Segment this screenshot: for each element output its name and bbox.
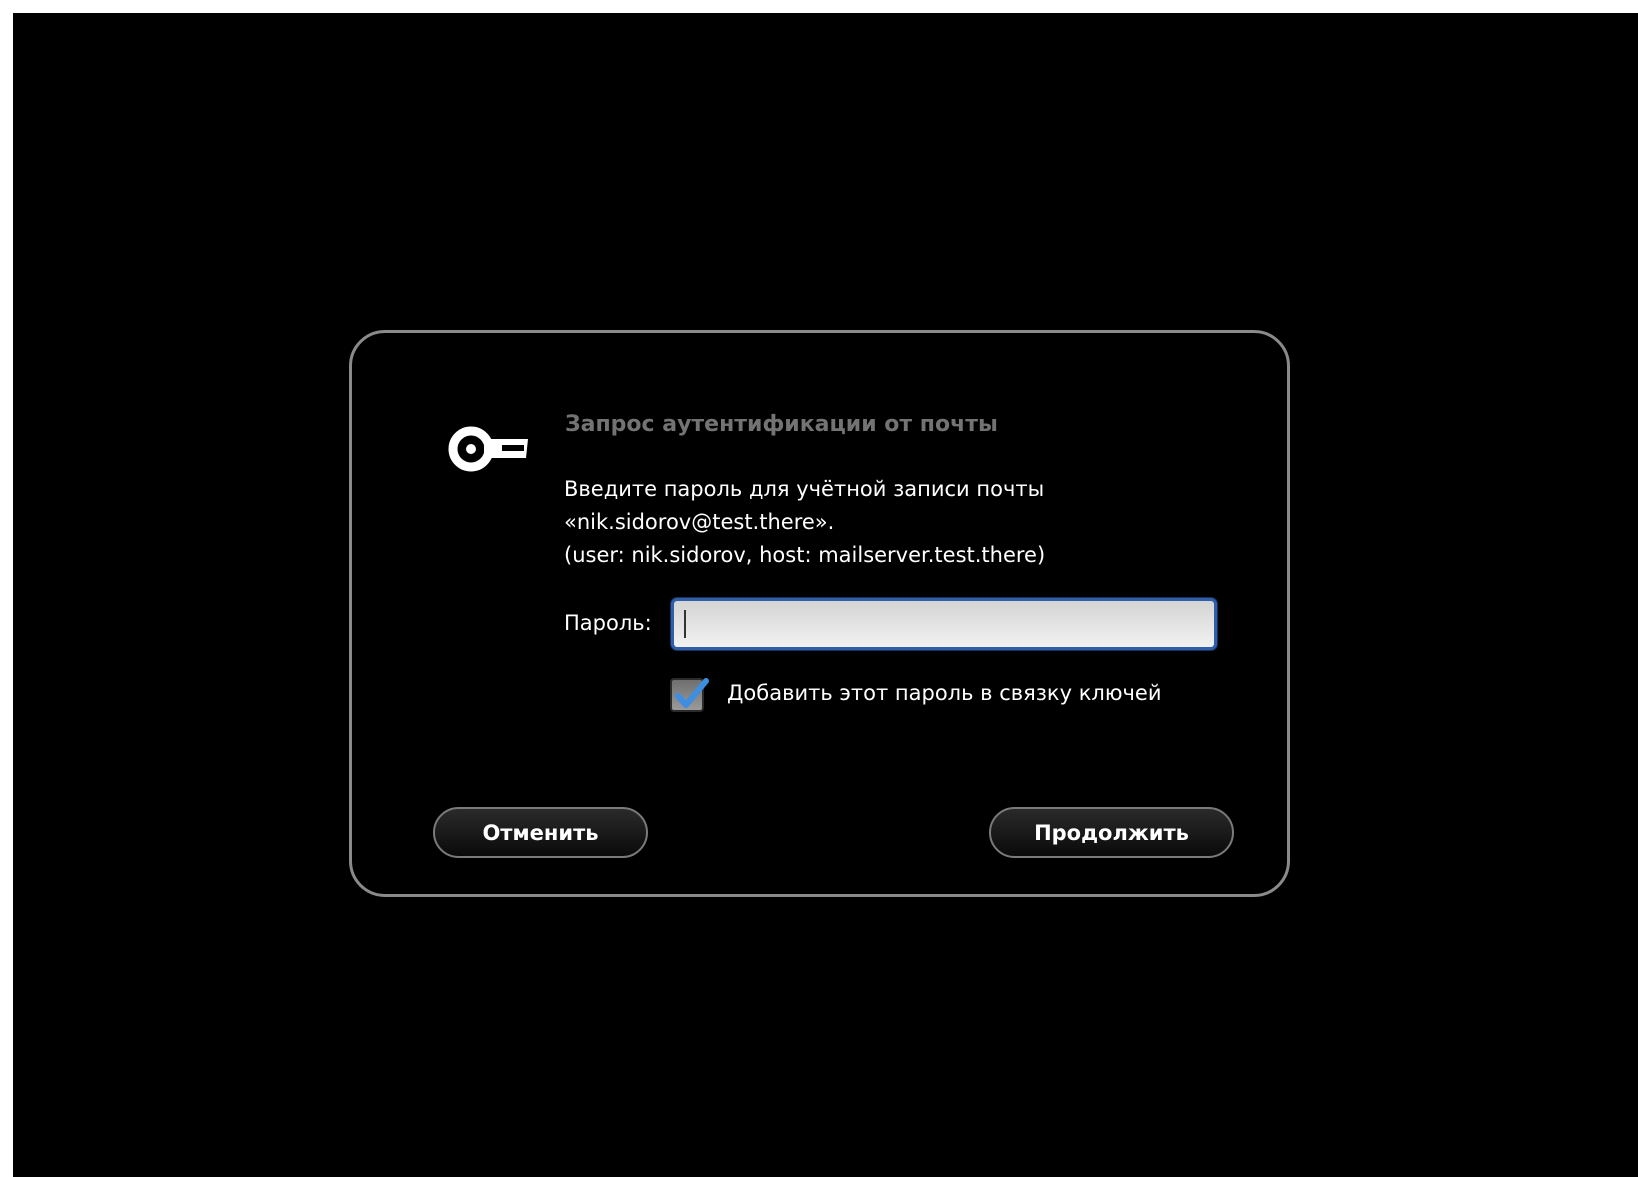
message-line: (user: nik.sidorov, host: mailserver.tes… <box>564 543 1046 567</box>
continue-button[interactable]: Продолжить <box>989 807 1234 858</box>
password-label: Пароль: <box>564 611 652 635</box>
message-line: «nik.sidorov@test.there». <box>564 510 835 534</box>
remember-password-label[interactable]: Добавить этот пароль в связку ключей <box>727 681 1161 705</box>
dialog-title: Запрос аутентификации от почты <box>565 412 998 437</box>
key-icon <box>448 426 528 472</box>
remember-password-checkbox[interactable] <box>670 678 709 712</box>
text-cursor <box>684 610 686 638</box>
message-line: Введите пароль для учётной записи почты <box>564 477 1045 501</box>
cancel-button[interactable]: Отменить <box>433 807 648 858</box>
dialog-message: Введите пароль для учётной записи почты … <box>564 473 1045 572</box>
password-input[interactable] <box>671 598 1217 650</box>
checkmark-icon <box>675 678 709 708</box>
